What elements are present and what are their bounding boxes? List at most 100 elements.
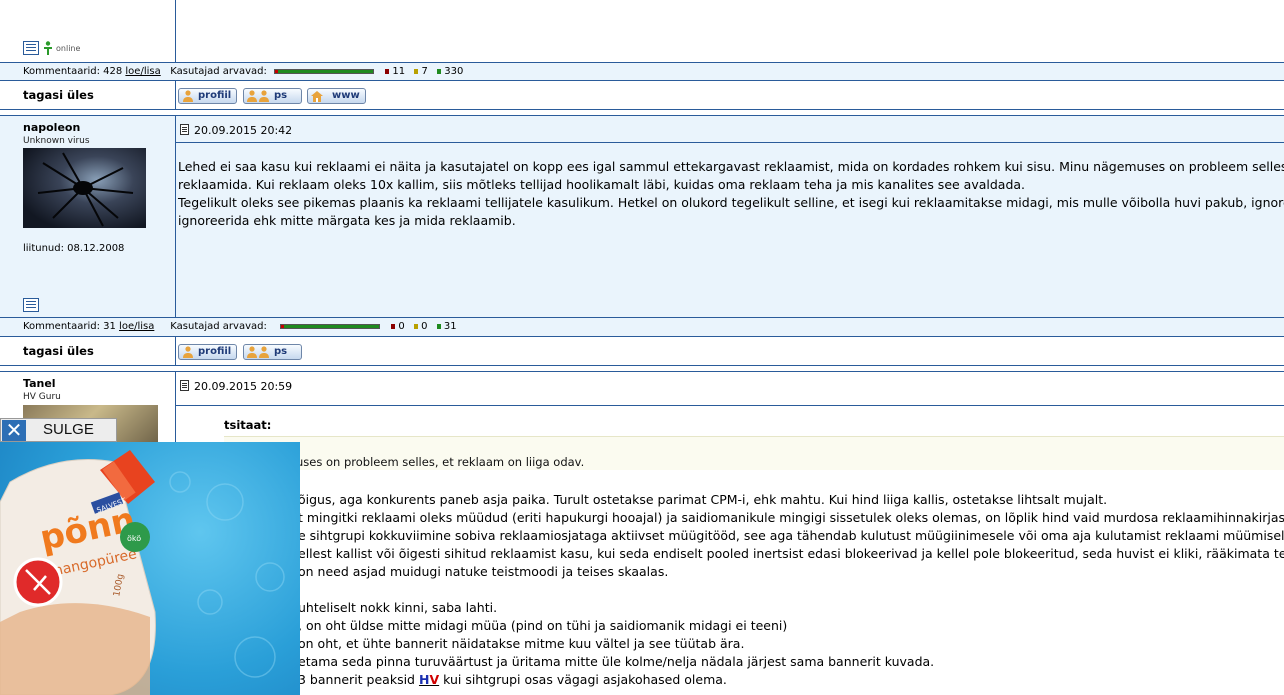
back-to-top-link[interactable]: tagasi üles (23, 88, 94, 102)
author-rank: HV Guru (23, 392, 61, 402)
comments-count: 428 (103, 66, 123, 77)
rating-neu-marker (413, 324, 418, 329)
rating-pos: 31 (443, 321, 457, 332)
ad-banner-art: SALVEST põnn mangopüree 100g ökö (0, 450, 285, 695)
body-line: etama seda pinna turuväärtust ja üritama… (298, 654, 935, 669)
post-list-icon[interactable] (23, 298, 39, 312)
rating-pos-marker (437, 69, 442, 74)
online-status-icon (43, 40, 53, 55)
ad-close-button[interactable]: SULGE (43, 421, 94, 438)
users-think-label: Kasutajad arvavad: (170, 321, 267, 332)
divider (0, 365, 1284, 366)
ad-overlay: ✕ SULGE SALVEST põnn mangopüree 100g ökö (0, 418, 300, 695)
author-name[interactable]: Tanel (23, 377, 56, 390)
author-name[interactable]: napoleon (23, 121, 80, 134)
post0-back-cell: tagasi üles (0, 81, 176, 109)
body-line: on oht, et ühte bannerit näidatakse mitm… (298, 636, 745, 651)
post1-meta: Kommentaarid: 31 loe/lisa Kasutajad arva… (23, 320, 457, 334)
body-line: , on oht üldse mitte midagi müüa (pind o… (298, 618, 788, 633)
rating-bar (274, 68, 375, 74)
body-text: kui sihtgrupi osas vägagi asjakohased ol… (439, 672, 727, 687)
rating-neg-marker (385, 69, 390, 74)
profile-icon (181, 346, 195, 358)
quote-box: uses on probleem selles, et reklaam on l… (224, 436, 1284, 470)
www-button-label: www (332, 90, 360, 101)
post1-meta-row: Kommentaarid: 31 loe/lisa Kasutajad arva… (0, 318, 1284, 336)
users-icon (246, 90, 272, 102)
rating-neg: 0 (398, 321, 405, 332)
pm-button[interactable]: ps (243, 344, 302, 360)
rating-neu-marker (414, 69, 419, 74)
comments-label: Kommentaarid: (23, 321, 100, 332)
pm-button-label: ps (274, 90, 288, 101)
hv-link-v: V (429, 672, 440, 687)
content-divider (176, 405, 1284, 406)
post-doc-icon (180, 380, 189, 391)
post-date: 20.09.2015 20:59 (194, 380, 293, 393)
profile-button[interactable]: profiil (178, 344, 237, 360)
comments-count: 31 (103, 321, 116, 332)
profile-button-label: profiil (198, 346, 232, 357)
profile-icon (181, 90, 195, 102)
pm-button[interactable]: ps (243, 88, 302, 104)
body-line: reklaamida. Kui reklaam oleks 10x kallim… (178, 177, 1026, 192)
body-line: uhteliselt nokk kinni, saba lahti. (298, 600, 498, 615)
ad-close-bar[interactable]: ✕ SULGE (0, 418, 117, 442)
post-list-icon[interactable] (23, 41, 39, 55)
post1-back-cell: tagasi üles (0, 337, 176, 365)
hv-link-h: H (418, 672, 430, 687)
post-body: õigus, aga konkurents paneb asja paika. … (298, 491, 1284, 689)
body-line: ellest kallist või õigesti sihitud rekla… (298, 546, 1284, 561)
www-button[interactable]: www (307, 88, 366, 104)
pm-button-label: ps (274, 346, 288, 357)
rating-bar (280, 323, 381, 329)
post2-content: 20.09.2015 20:59 tsitaat: uses on proble… (176, 372, 1284, 695)
body-line: e sihtgrupi kokkuviimine sobiva reklaami… (298, 528, 1284, 543)
users-think-label: Kasutajad arvavad: (170, 66, 267, 77)
post1-buttons: profiil ps (176, 337, 1284, 365)
post0-content (176, 0, 1284, 62)
profile-button[interactable]: profiil (178, 88, 237, 104)
post0-sidebar: online (0, 0, 176, 62)
close-icon[interactable]: ✕ (2, 420, 26, 441)
rating-pos-marker (436, 324, 441, 329)
post1-back-row: tagasi üles profiil ps (0, 337, 1284, 365)
body-text: 3 bannerit peaksid (298, 672, 419, 687)
body-line: t mingitki reklaami oleks müüdud (eriti … (298, 510, 1284, 525)
online-label: online (56, 44, 81, 53)
body-line: Tegelikult oleks see pikemas plaanis ka … (178, 195, 1284, 210)
body-line: 3 bannerit peaksid HV kui sihtgrupi osas… (298, 671, 1284, 689)
comments-label: Kommentaarid: (23, 66, 100, 77)
post-date: 20.09.2015 20:42 (194, 124, 293, 137)
post-body: Lehed ei saa kasu kui reklaami ei näita … (178, 158, 1284, 230)
read-add-link[interactable]: loe/lisa (119, 321, 154, 332)
body-line: õigus, aga konkurents paneb asja paika. … (298, 492, 1108, 507)
ad-banner[interactable]: SALVEST põnn mangopüree 100g ökö (0, 442, 300, 695)
read-add-link[interactable]: loe/lisa (125, 66, 160, 77)
back-to-top-link[interactable]: tagasi üles (23, 344, 94, 358)
author-rank: Unknown virus (23, 136, 90, 146)
post0-meta: Kommentaarid: 428 loe/lisa Kasutajad arv… (23, 65, 463, 79)
author-avatar[interactable] (23, 148, 146, 228)
post1-sidebar: napoleon Unknown virus liitunud: 08.12.2… (0, 116, 176, 317)
body-line: Lehed ei saa kasu kui reklaami ei näita … (178, 159, 1284, 174)
post0-buttons: profiil ps www (176, 81, 1284, 109)
post-doc-icon (180, 124, 189, 135)
post0-meta-row: Kommentaarid: 428 loe/lisa Kasutajad arv… (0, 63, 1284, 80)
post1-content: 20.09.2015 20:42 Lehed ei saa kasu kui r… (176, 116, 1284, 317)
body-line: ignoreerida ehk mitte märgata kes ja mid… (178, 213, 516, 228)
rating-neg: 11 (392, 66, 406, 77)
post0-back-row: tagasi üles profiil ps www (0, 81, 1284, 109)
rating-neu: 0 (421, 321, 428, 332)
users-icon (246, 346, 272, 358)
content-divider (176, 142, 1284, 143)
hv-link[interactable]: HV (419, 672, 439, 687)
ad-eco-badge: ökö (127, 534, 141, 543)
post0-body: online (0, 0, 1284, 62)
profile-button-label: profiil (198, 90, 232, 101)
body-line: on need asjad muidugi natuke teistmoodi … (298, 564, 669, 579)
home-icon (310, 90, 324, 102)
join-date: liitunud: 08.12.2008 (23, 243, 125, 254)
divider (0, 109, 1284, 110)
